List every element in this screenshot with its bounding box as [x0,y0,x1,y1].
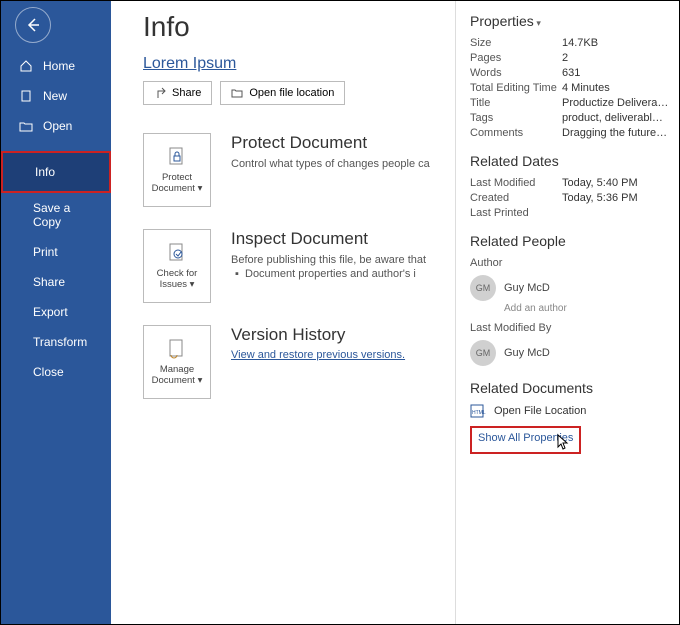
html-file-icon: HTML [470,404,488,418]
back-button[interactable] [15,7,51,43]
sidebar-item-transform[interactable]: Transform [1,327,111,357]
back-arrow-icon [25,17,41,33]
sidebar-item-save-copy[interactable]: Save a Copy [1,193,111,237]
sidebar-item-info[interactable]: Info [1,151,111,193]
prop-label-words: Words [470,67,562,79]
share-icon [154,87,166,99]
page-title: Info [143,11,455,43]
prop-label-editing-time: Total Editing Time [470,82,562,94]
prop-value-last-modified: Today, 5:40 PM [562,177,669,189]
sidebar-item-export[interactable]: Export [1,297,111,327]
sidebar-item-label: Close [33,365,64,379]
protect-document-desc: Control what types of changes people ca [231,157,455,172]
sidebar-item-open[interactable]: Open [1,111,111,141]
prop-value-editing-time: 4 Minutes [562,82,669,94]
avatar: GM [470,340,496,366]
sidebar-item-home[interactable]: Home [1,51,111,81]
mouse-cursor-icon [557,434,571,452]
open-file-location-button[interactable]: Open file location [220,81,345,105]
svg-text:HTML: HTML [472,410,486,416]
button-label: Share [172,87,201,99]
add-author-link[interactable]: Add an author [504,303,669,314]
properties-heading[interactable]: Properties [470,13,669,29]
related-documents-heading: Related Documents [470,380,669,396]
inspect-bullet: Document properties and author's i [245,268,455,280]
home-icon [19,59,35,73]
avatar: GM [470,275,496,301]
new-doc-icon [19,89,35,103]
prop-label-pages: Pages [470,52,562,64]
prop-label-comments: Comments [470,127,562,139]
sidebar-item-close[interactable]: Close [1,357,111,387]
related-people-heading: Related People [470,233,669,249]
prop-value-title[interactable]: Productize Deliverables [562,97,669,109]
modified-by-name: Guy McD [504,347,550,359]
sidebar-item-label: Share [33,275,65,289]
prop-value-pages: 2 [562,52,669,64]
inspect-document-heading: Inspect Document [231,229,455,249]
related-dates-heading: Related Dates [470,153,669,169]
prop-label-last-modified: Last Modified [470,177,562,189]
button-label: Open file location [249,87,334,99]
prop-label-title: Title [470,97,562,109]
prop-value-size: 14.7KB [562,37,669,49]
prop-label-tags: Tags [470,112,562,124]
prop-value-last-printed [562,207,669,219]
sidebar-item-label: Transform [33,335,87,349]
author-name: Guy McD [504,282,550,294]
prop-label-last-printed: Last Printed [470,207,562,219]
author-person[interactable]: GM Guy McD [470,275,669,301]
share-button[interactable]: Share [143,81,212,105]
prop-value-created: Today, 5:36 PM [562,192,669,204]
sidebar-item-new[interactable]: New [1,81,111,111]
prop-label-modified-by: Last Modified By [470,322,562,334]
prop-value-comments[interactable]: Dragging the future into n... [562,127,669,139]
prop-value-words: 631 [562,67,669,79]
modified-by-person[interactable]: GM Guy McD [470,340,669,366]
open-file-location-link[interactable]: HTML Open File Location [470,404,669,418]
properties-panel: Properties Size14.7KB Pages2 Words631 To… [455,1,679,624]
sidebar-item-label: Open [43,119,72,133]
sidebar-item-share[interactable]: Share [1,267,111,297]
inspect-document-desc: Before publishing this file, be aware th… [231,253,455,268]
version-history-link[interactable]: View and restore previous versions. [231,349,455,361]
lock-document-icon [165,145,189,169]
sidebar-item-print[interactable]: Print [1,237,111,267]
version-history-icon [165,337,189,361]
folder-icon [231,87,243,99]
prop-label-size: Size [470,37,562,49]
sidebar-item-label: Print [33,245,58,259]
sidebar-item-label: Save a Copy [33,201,99,229]
sidebar-item-label: New [43,89,67,103]
document-name-link[interactable]: Lorem Ipsum [143,55,455,73]
version-history-heading: Version History [231,325,455,345]
prop-label-author: Author [470,257,562,269]
prop-value-tags[interactable]: product, deliverables, opti... [562,112,669,124]
manage-document-tile[interactable]: ManageDocument ▾ [143,325,211,399]
sidebar-item-label: Export [33,305,68,319]
protect-document-heading: Protect Document [231,133,455,153]
sidebar-item-label: Home [43,59,75,73]
protect-document-tile[interactable]: ProtectDocument ▾ [143,133,211,207]
check-issues-tile[interactable]: Check forIssues ▾ [143,229,211,303]
open-folder-icon [19,119,35,133]
inspect-icon [165,241,189,265]
show-all-properties-link[interactable]: Show All Properties [470,426,581,454]
link-label: Open File Location [494,405,586,417]
info-main: Info Lorem Ipsum Share Open file locatio… [111,1,455,624]
sidebar-item-label: Info [35,165,55,179]
backstage-sidebar: Home New Open Info Save a Copy Print Sha… [1,1,111,624]
prop-label-created: Created [470,192,562,204]
